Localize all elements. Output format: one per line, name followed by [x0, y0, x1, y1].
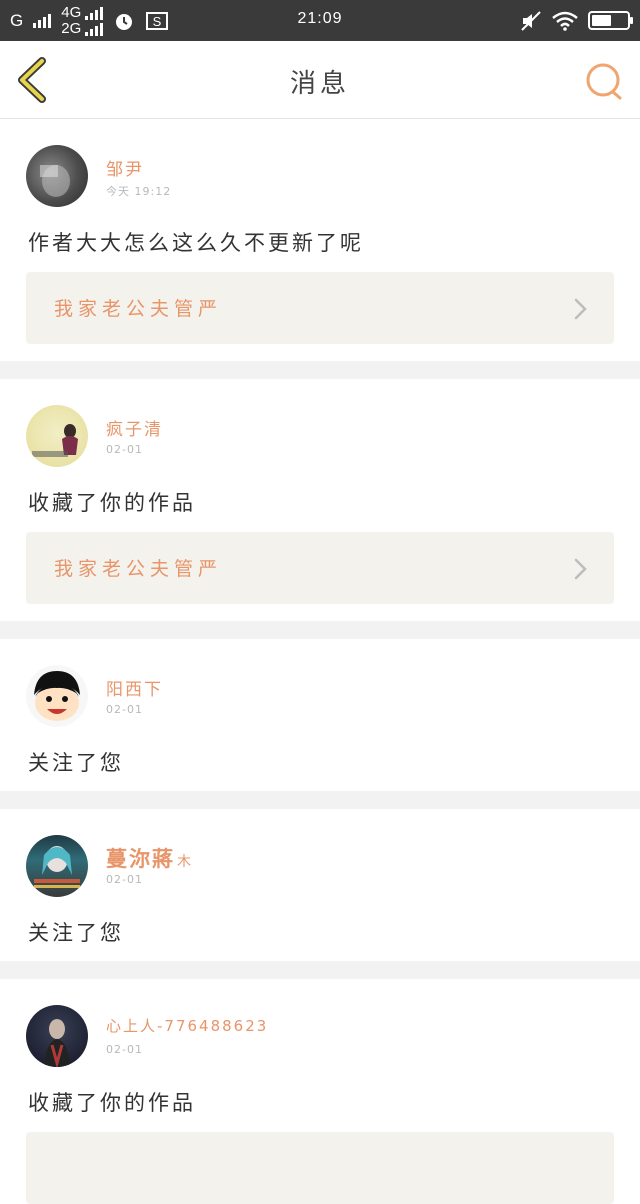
message-text: 收藏了你的作品: [28, 1091, 196, 1115]
avatar[interactable]: [26, 145, 88, 207]
nav-bar: 消息: [0, 41, 640, 119]
message-text: 作者大大怎么这么久不更新了呢: [28, 231, 364, 255]
chevron-right-icon: [574, 558, 587, 580]
message-text: 关注了您: [28, 751, 124, 775]
avatar[interactable]: [26, 665, 88, 727]
message-card: 邹尹 今天 19:12 作者大大怎么这么久不更新了呢 我家老公夫管严: [0, 119, 640, 361]
user-name-suffix: 木: [177, 854, 193, 870]
avatar[interactable]: [26, 405, 88, 467]
divider: [0, 361, 640, 379]
divider: [0, 791, 640, 809]
search-icon[interactable]: [584, 61, 624, 101]
work-link[interactable]: 我家老公夫管严: [26, 272, 614, 344]
user-name[interactable]: 邹尹: [106, 155, 144, 180]
user-name[interactable]: 心上人-776488623: [106, 1015, 268, 1036]
message-list: 邹尹 今天 19:12 作者大大怎么这么久不更新了呢 我家老公夫管严 疯子清 0…: [0, 119, 640, 1204]
divider: [0, 621, 640, 639]
message-time: 02-01: [106, 703, 143, 716]
message-time: 02-01: [106, 873, 143, 886]
message-card: 蔓沵蔣木 02-01 关注了您: [0, 809, 640, 961]
user-name[interactable]: 阳西下: [106, 675, 163, 700]
message-text: 关注了您: [28, 921, 124, 945]
user-name[interactable]: 疯子清: [106, 415, 163, 440]
work-link[interactable]: 我家老公夫管严: [26, 532, 614, 604]
avatar[interactable]: [26, 835, 88, 897]
work-title: 我家老公夫管严: [54, 298, 223, 320]
status-bar: G 4G 2G S 21:09: [0, 0, 640, 41]
mute-icon: [521, 10, 541, 31]
wifi-icon: [552, 11, 578, 31]
message-time: 02-01: [106, 443, 143, 456]
message-card: 心上人-776488623 02-01 收藏了你的作品: [0, 979, 640, 1204]
user-name[interactable]: 蔓沵蔣木: [106, 843, 193, 873]
page-title: 消息: [289, 69, 350, 99]
work-title: 我家老公夫管严: [54, 558, 223, 580]
battery-icon: [588, 11, 633, 30]
message-card: 疯子清 02-01 收藏了你的作品 我家老公夫管严: [0, 379, 640, 621]
chevron-right-icon: [574, 298, 587, 320]
avatar[interactable]: [26, 1005, 88, 1067]
message-time: 今天 19:12: [106, 185, 172, 198]
divider: [0, 961, 640, 979]
message-card: 阳西下 02-01 关注了您: [0, 639, 640, 791]
message-time: 02-01: [106, 1043, 143, 1056]
message-text: 收藏了你的作品: [28, 491, 196, 515]
work-link[interactable]: [26, 1132, 614, 1204]
user-name-main: 蔓沵蔣: [106, 847, 175, 871]
